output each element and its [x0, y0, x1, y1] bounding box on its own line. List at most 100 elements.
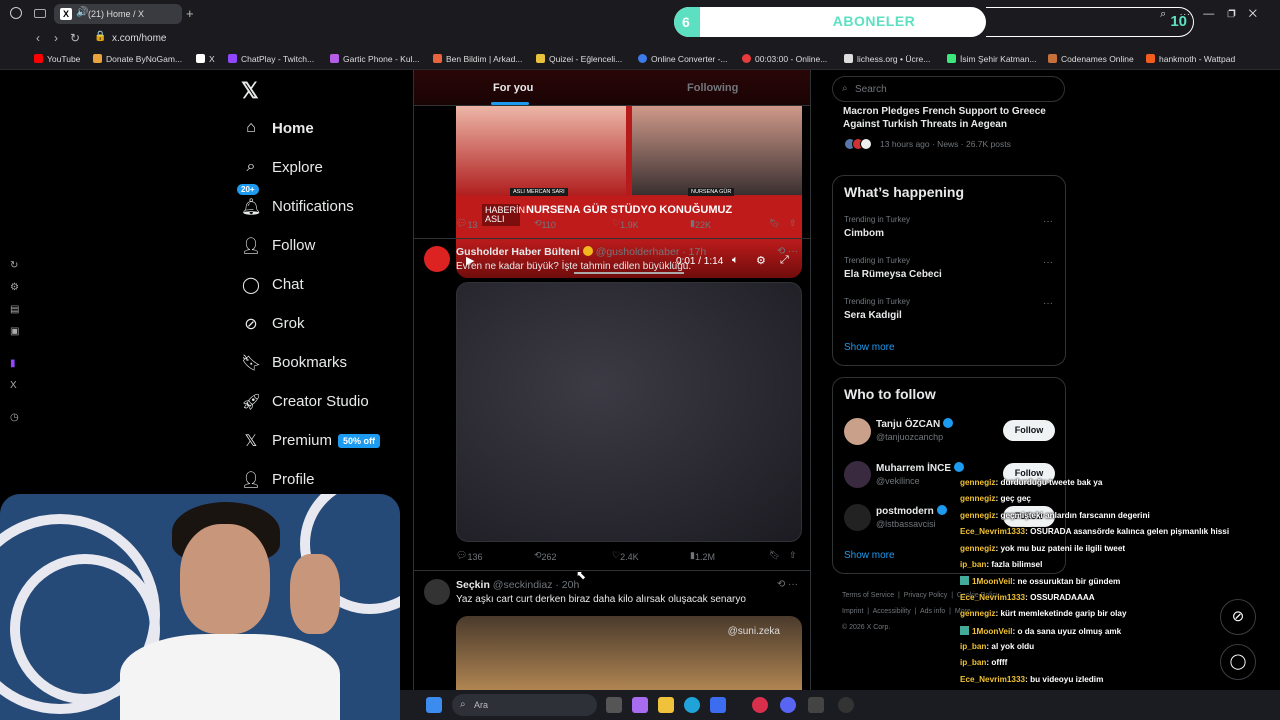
nav-home[interactable]: ⌂ Home	[241, 115, 441, 145]
avatar[interactable]	[844, 504, 871, 531]
bookmark-codenames[interactable]: Codenames Online	[1048, 54, 1134, 64]
bookmark-donate[interactable]: Donate ByNoGam...	[93, 54, 182, 64]
nav-bookmarks[interactable]: 🔖︎ Bookmarks	[241, 349, 441, 379]
url-field[interactable]: x.com/home	[112, 33, 166, 44]
nav-grok[interactable]: ⊘ Grok	[241, 310, 441, 340]
trend-item[interactable]: Cimbom	[844, 228, 884, 239]
bookmark-timer[interactable]: 00:03:00 - Online...	[742, 54, 827, 64]
repost-button[interactable]: ⟲ 110	[534, 218, 556, 230]
more-options-icon[interactable]: ···	[1043, 216, 1053, 227]
nav-explore[interactable]: ⌕ Explore	[241, 154, 441, 184]
taskbar-search-input[interactable]: ⌕ Ara	[452, 694, 597, 716]
footer-link[interactable]: Ads info	[920, 608, 945, 615]
user-name[interactable]: postmodern	[876, 505, 950, 517]
share-icon[interactable]: ⇧	[789, 218, 797, 229]
bookmark-x[interactable]: X	[196, 54, 215, 64]
nav-follow[interactable]: 👤︎ Follow	[241, 232, 441, 262]
news-item[interactable]: Macron Pledges French Support to Greece …	[832, 102, 1066, 164]
tweet-actions: 💬︎ 136 ⟲ 262 ♡ 2.4K ▮ 1.2M 🔖︎ ⇧	[456, 548, 802, 564]
share-icon[interactable]: ⇧	[789, 550, 797, 561]
file-explorer-icon[interactable]	[658, 697, 674, 713]
nav-chat[interactable]: ◯ Chat	[241, 271, 441, 301]
video-progress-bar[interactable]	[574, 272, 684, 274]
back-icon[interactable]: ‹	[36, 31, 40, 45]
history-icon[interactable]: ↻	[10, 260, 18, 271]
bookmark-icon[interactable]: 🔖︎	[769, 550, 780, 561]
browser-menu-icon[interactable]	[10, 7, 22, 19]
extensions-icon[interactable]: ⚙	[10, 282, 19, 293]
bookmark-online-converter[interactable]: Online Converter -...	[638, 54, 728, 64]
settings-icon[interactable]: ⚙	[756, 254, 766, 267]
nav-creator-studio[interactable]: 🚀︎ Creator Studio	[241, 388, 441, 418]
bookmark-chatplay[interactable]: ChatPlay - Twitch...	[228, 54, 314, 64]
more-options-icon[interactable]: ···	[1043, 257, 1053, 268]
more-options-icon[interactable]: ⟲ ···	[777, 579, 798, 590]
speaker-icon[interactable]: 🔊	[76, 7, 88, 18]
opera-icon[interactable]	[752, 697, 768, 713]
grok-fab-button[interactable]: ⊘	[1220, 599, 1256, 635]
nav-notifications[interactable]: 🔔︎ 20+ Notifications	[237, 184, 441, 223]
x-sidebar-icon[interactable]: X	[10, 380, 17, 391]
follow-button[interactable]: Follow	[1003, 420, 1055, 441]
like-button[interactable]: ♡ 1.9K	[612, 218, 639, 230]
app-icon[interactable]	[838, 697, 854, 713]
tab-search-icon[interactable]	[34, 9, 46, 18]
more-options-icon[interactable]: ⟲ ···	[777, 246, 798, 257]
footer-link[interactable]: Imprint	[842, 608, 863, 615]
views-count[interactable]: ▮ 22K	[690, 218, 711, 230]
search-input[interactable]: ⌕ Search	[832, 76, 1065, 102]
show-more-link[interactable]: Show more	[844, 550, 895, 561]
footer-link[interactable]: Privacy Policy	[904, 592, 948, 599]
tweet-video-space[interactable]	[456, 282, 802, 542]
clock-icon[interactable]: ◷	[10, 412, 19, 423]
tweet-actions: 💬︎ 13 ⟲ 110 ♡ 1.9K ▮ 22K 🔖︎ ⇧	[456, 216, 802, 232]
messages-fab-button[interactable]: ◯	[1220, 644, 1256, 680]
nav-premium[interactable]: 𝕏 Premium 50% off	[241, 427, 441, 457]
show-more-link[interactable]: Show more	[844, 342, 895, 353]
bookmark-isim-sehir[interactable]: İsim Şehir Katman...	[947, 54, 1037, 64]
edge-icon[interactable]	[684, 697, 700, 713]
user-name[interactable]: Tanju ÖZCAN	[876, 418, 956, 430]
repost-button[interactable]: ⟲ 262	[534, 550, 557, 562]
trend-item[interactable]: Ela Rümeysa Cebeci	[844, 269, 942, 280]
reply-button[interactable]: 💬︎ 136	[456, 550, 482, 562]
copilot-icon[interactable]	[632, 697, 648, 713]
views-count[interactable]: ▮ 1.2M	[690, 550, 715, 562]
bookmark-gartic[interactable]: Gartic Phone - Kul...	[330, 54, 420, 64]
tab-for-you[interactable]: For you	[493, 82, 533, 94]
footer-link[interactable]: Terms of Service	[842, 592, 894, 599]
x-logo-icon[interactable]: 𝕏	[241, 78, 259, 104]
bookmark-wattpad[interactable]: hankmoth - Wattpad	[1146, 54, 1235, 64]
forward-icon[interactable]: ›	[54, 31, 58, 45]
nav-profile[interactable]: 👤︎ Profile	[241, 466, 441, 496]
task-view-icon[interactable]	[606, 697, 622, 713]
browser-tab[interactable]: X 🔊 (21) Home / X	[54, 4, 182, 24]
messenger-icon[interactable]: ▣	[10, 326, 19, 337]
store-icon[interactable]	[710, 697, 726, 713]
bookmark-youtube[interactable]: YouTube	[34, 54, 80, 64]
bookmark-lichess[interactable]: lichess.org • Ücre...	[844, 54, 930, 64]
avatar[interactable]	[844, 418, 871, 445]
user-name[interactable]: Muharrem İNCE	[876, 462, 967, 474]
like-button[interactable]: ♡ 2.4K	[612, 550, 639, 562]
bookmark-icon[interactable]: 🔖︎	[769, 218, 780, 229]
wallet-icon[interactable]: ▤	[10, 304, 19, 315]
bookmark-ben-bildim[interactable]: Ben Bildim | Arkad...	[433, 54, 522, 64]
avatar[interactable]	[424, 246, 450, 272]
footer-link[interactable]: Accessibility	[873, 608, 911, 615]
reply-button[interactable]: 💬︎ 13	[456, 218, 477, 230]
obs-icon[interactable]	[808, 697, 824, 713]
avatar[interactable]	[844, 461, 871, 488]
reload-icon[interactable]: ↻	[70, 31, 80, 45]
bookmark-quizei[interactable]: Quizei - Eğlenceli...	[536, 54, 622, 64]
avatar[interactable]	[424, 579, 450, 605]
volume-icon[interactable]: 🔈︎	[732, 254, 739, 267]
more-options-icon[interactable]: ···	[1043, 298, 1053, 309]
discord-icon[interactable]	[780, 697, 796, 713]
tab-following[interactable]: Following	[687, 82, 738, 94]
start-icon[interactable]	[426, 697, 442, 713]
twitch-icon[interactable]: ▮	[10, 358, 16, 369]
new-tab-button[interactable]: +	[186, 6, 194, 21]
tweet-image[interactable]: @suni.zeka	[456, 616, 802, 690]
trend-item[interactable]: Sera Kadıgil	[844, 310, 902, 321]
